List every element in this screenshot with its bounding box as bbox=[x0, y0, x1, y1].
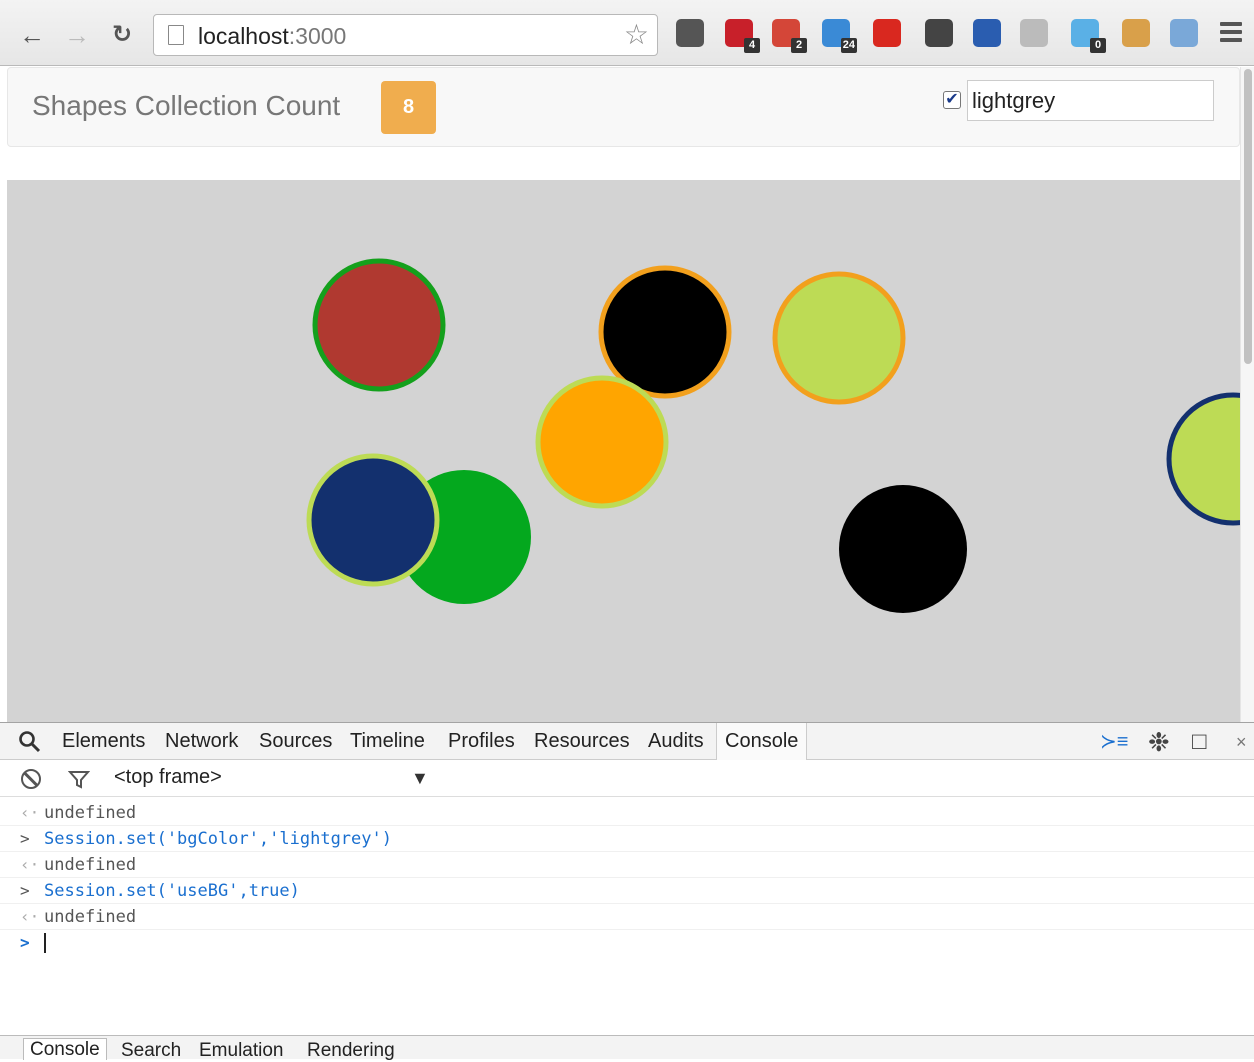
gmail-icon[interactable]: 2 bbox=[772, 19, 807, 53]
forward-arrow-icon[interactable]: → bbox=[62, 18, 92, 52]
lastpass-icon[interactable]: 4 bbox=[725, 19, 760, 53]
drawer-tab-bar: Console Search Emulation Rendering bbox=[0, 1035, 1254, 1061]
console-prompt[interactable]: > bbox=[0, 930, 1254, 956]
window-icon[interactable] bbox=[1170, 19, 1198, 47]
app-navbar: Shapes Collection Count 8 ✔ bbox=[7, 67, 1240, 147]
devtools-tab-bar: Elements Network Sources Timeline Profil… bbox=[0, 722, 1254, 760]
shape-circle[interactable] bbox=[772, 271, 906, 405]
shape-circle[interactable] bbox=[312, 258, 446, 392]
console-result-line: ‹· undefined bbox=[0, 800, 1254, 826]
clear-console-icon[interactable] bbox=[21, 769, 41, 789]
ghostery-icon[interactable]: 0 bbox=[1071, 19, 1106, 53]
shape-circle[interactable] bbox=[839, 485, 967, 613]
tab-resources[interactable]: Resources bbox=[534, 723, 630, 760]
page-icon bbox=[168, 25, 184, 45]
console-result-line: ‹· undefined bbox=[0, 904, 1254, 930]
tab-sources[interactable]: Sources bbox=[259, 723, 332, 760]
extension-badge: 2 bbox=[791, 38, 807, 53]
console-input-line: > Session.set('useBG',true) bbox=[0, 878, 1254, 904]
devtools-panel: Elements Network Sources Timeline Profil… bbox=[0, 722, 1254, 1061]
search-ext-icon[interactable] bbox=[1020, 19, 1048, 47]
tab-elements[interactable]: Elements bbox=[62, 723, 145, 760]
adblock-icon[interactable] bbox=[873, 19, 901, 47]
settings-gear-icon[interactable]: ❉ bbox=[1148, 729, 1170, 755]
evernote-icon[interactable] bbox=[925, 19, 953, 47]
tab-audits[interactable]: Audits bbox=[648, 723, 704, 760]
tasks-icon[interactable]: 24 bbox=[822, 19, 857, 53]
pocket-icon[interactable] bbox=[676, 19, 704, 47]
extension-badge: 4 bbox=[744, 38, 760, 53]
shape-circle[interactable] bbox=[306, 453, 440, 587]
bookmark-star-icon[interactable]: ☆ bbox=[624, 20, 649, 50]
address-bar[interactable]: localhost:3000 ☆ bbox=[153, 14, 658, 56]
count-badge: 8 bbox=[381, 81, 436, 134]
console-input-line: > Session.set('bgColor','lightgrey') bbox=[0, 826, 1254, 852]
drawer-tab-console[interactable]: Console bbox=[23, 1038, 107, 1060]
y-icon[interactable] bbox=[973, 19, 1001, 47]
shape-circle[interactable] bbox=[535, 375, 669, 509]
tab-network[interactable]: Network bbox=[165, 723, 238, 760]
dock-icon[interactable]: □ bbox=[1192, 729, 1207, 755]
browser-toolbar: ← → ↻ localhost:3000 ☆ 4 2 24 0 bbox=[0, 0, 1254, 66]
reload-icon[interactable]: ↻ bbox=[107, 18, 137, 52]
shape-circle[interactable] bbox=[598, 265, 732, 399]
page-viewport: Shapes Collection Count 8 ✔ bbox=[0, 67, 1254, 722]
console-log: ‹· undefined > Session.set('bgColor','ligh… bbox=[0, 800, 1254, 956]
frame-selector[interactable]: <top frame> bbox=[114, 766, 222, 789]
page-title: Shapes Collection Count bbox=[32, 90, 341, 121]
use-bg-checkbox[interactable]: ✔ bbox=[943, 91, 961, 109]
close-icon[interactable]: × bbox=[1236, 729, 1247, 755]
chevron-down-icon[interactable]: ▼ bbox=[411, 768, 429, 789]
extension-badge: 0 bbox=[1090, 38, 1106, 53]
tab-profiles[interactable]: Profiles bbox=[448, 723, 515, 760]
extension-badge: 24 bbox=[840, 38, 857, 53]
url-text: localhost:3000 bbox=[198, 23, 347, 49]
back-arrow-icon[interactable]: ← bbox=[17, 18, 47, 52]
drawer-toggle-icon[interactable]: ≻≡ bbox=[1100, 729, 1128, 755]
console-toolbar: <top frame> ▼ bbox=[0, 760, 1254, 797]
shapes-canvas[interactable] bbox=[7, 180, 1240, 722]
scroll-thumb[interactable] bbox=[1244, 69, 1252, 364]
search-icon[interactable] bbox=[18, 730, 42, 754]
tab-timeline[interactable]: Timeline bbox=[350, 723, 425, 760]
plug-icon[interactable] bbox=[1122, 19, 1150, 47]
console-result-line: ‹· undefined bbox=[0, 852, 1254, 878]
chrome-menu-icon[interactable] bbox=[1220, 22, 1242, 42]
filter-icon[interactable] bbox=[68, 770, 90, 790]
page-scrollbar[interactable] bbox=[1240, 67, 1254, 722]
tab-console[interactable]: Console bbox=[716, 723, 808, 760]
bg-color-input[interactable] bbox=[967, 80, 1214, 121]
